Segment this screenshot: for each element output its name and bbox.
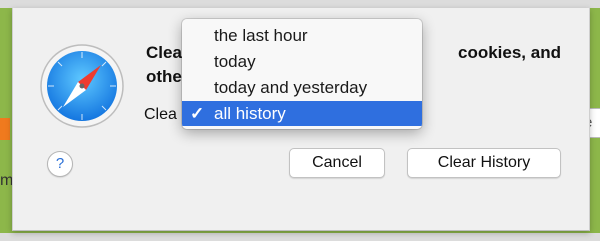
menu-item-label: today and yesterday: [214, 78, 368, 97]
menu-item-label: today: [214, 52, 256, 71]
checkmark-icon: ✓: [190, 104, 205, 123]
history-range-menu: the last hour today today and yesterday …: [182, 19, 422, 129]
cancel-button[interactable]: Cancel: [289, 148, 385, 178]
menu-item-label: the last hour: [214, 26, 308, 45]
menu-item-today-and-yesterday[interactable]: today and yesterday: [182, 75, 422, 100]
menu-item-last-hour[interactable]: the last hour: [182, 23, 422, 48]
safari-compass-icon: [40, 44, 124, 128]
clear-history-button[interactable]: Clear History: [407, 148, 561, 178]
background-orange-mark: [0, 118, 10, 140]
menu-item-all-history[interactable]: ✓ all history: [182, 101, 422, 126]
menu-item-today[interactable]: today: [182, 49, 422, 74]
menu-item-label: all history: [214, 104, 286, 123]
background-top-border: [0, 0, 600, 8]
heading-line1-end: cookies, and: [458, 43, 561, 62]
help-button[interactable]: ?: [47, 151, 73, 177]
background-bottom-border: [0, 233, 600, 241]
heading-line1-start: Clea: [146, 43, 182, 62]
heading-line2: othe: [146, 67, 182, 86]
clear-range-label: Clea: [144, 106, 177, 123]
